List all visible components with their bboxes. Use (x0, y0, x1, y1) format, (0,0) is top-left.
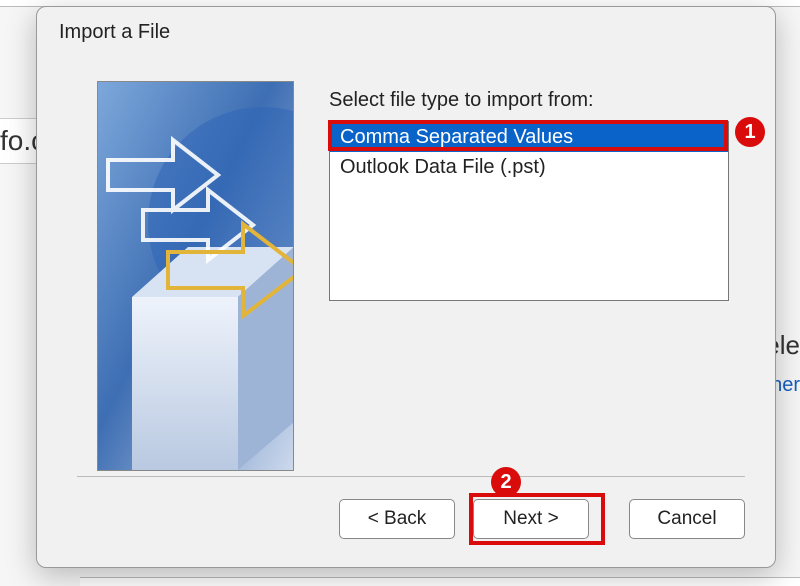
background-bottom-strip (80, 577, 800, 586)
dialog-body: Select file type to import from: Comma S… (97, 81, 735, 467)
wizard-illustration (97, 81, 294, 471)
dialog-button-row: < Back Next > Cancel (339, 499, 745, 539)
file-type-listbox[interactable]: Comma Separated Values Outlook Data File… (329, 121, 729, 301)
dialog-title: Import a File (37, 7, 775, 44)
wizard-arrow-graphic-icon (98, 82, 293, 470)
import-wizard-dialog: Import a File (36, 6, 776, 568)
back-button[interactable]: < Back (339, 499, 455, 539)
cancel-button[interactable]: Cancel (629, 499, 745, 539)
annotation-badge-2: 2 (491, 467, 521, 497)
next-button[interactable]: Next > (473, 499, 589, 539)
button-spacer (607, 499, 611, 539)
file-type-prompt: Select file type to import from: (329, 89, 594, 112)
annotation-badge-1: 1 (735, 117, 765, 147)
file-type-option-pst[interactable]: Outlook Data File (.pst) (330, 152, 728, 182)
file-type-option-csv[interactable]: Comma Separated Values (330, 122, 728, 152)
dialog-separator (77, 476, 745, 477)
